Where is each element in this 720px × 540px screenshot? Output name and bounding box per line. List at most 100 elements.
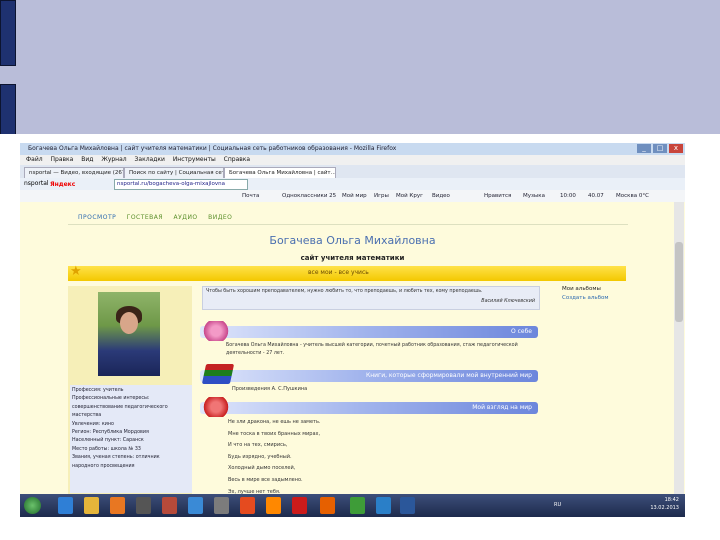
menu-edit[interactable]: Правка [51, 156, 74, 163]
banner-text: все мои - все учись [308, 269, 369, 276]
info-line: народного просвещения [72, 463, 135, 469]
poem-line: И что на тех, смирись, [228, 442, 288, 449]
create-album-link[interactable]: Создать альбом [562, 294, 609, 303]
poem-line: Будь изрядно, учебный. [228, 453, 292, 460]
opera-icon[interactable] [292, 497, 307, 514]
window-titlebar: Богачева Ольга Михайловна | сайт учителя… [20, 143, 685, 155]
tool-icon[interactable] [162, 497, 177, 514]
albums-title: Мои альбомы [562, 286, 601, 292]
media-player-icon[interactable] [110, 497, 125, 514]
close-button[interactable]: x [669, 144, 683, 153]
books-text: Произведения А. С.Пушкина [232, 386, 308, 392]
search-prefix[interactable]: nsportal [24, 178, 49, 190]
menu-file[interactable]: Файл [26, 156, 43, 163]
bow-icon [202, 397, 230, 417]
bookmark-myworld[interactable]: Мой мир [342, 190, 367, 202]
ie-icon[interactable] [58, 497, 73, 514]
menu-tools[interactable]: Инструменты [173, 156, 216, 163]
poem-line: Весь в мире все задымлено. [228, 476, 303, 483]
info-line: Звания, ученая степень: отличник [72, 455, 160, 461]
bookmark-music[interactable]: Музыка [523, 190, 545, 202]
bookmark-weather[interactable]: Москва 0°С [616, 190, 649, 202]
tool2-icon[interactable] [214, 497, 229, 514]
site-nav-view[interactable]: ПРОСМОТР [78, 214, 116, 221]
menubar: Файл Правка Вид Журнал Закладки Инструме… [20, 155, 685, 165]
photo-face [120, 312, 138, 334]
info-line: Населенный пункт: Саранск [72, 438, 144, 444]
system-tray: 18:42 13.02.2013 [650, 496, 679, 512]
profile-info: Профессия: учитель Профессиональные инте… [70, 385, 192, 493]
firefox-icon[interactable] [320, 497, 335, 514]
menu-history[interactable]: Журнал [101, 156, 126, 163]
navigation-bar: nsportal Яндекс nsportal.ru/bogacheva-ol… [20, 178, 685, 190]
scrollbar[interactable] [674, 202, 684, 502]
menu-help[interactable]: Справка [224, 156, 250, 163]
section-view-title: Мой взгляд на мир [472, 404, 532, 411]
bookmark-like[interactable]: Нравится [484, 190, 511, 202]
albums-block: Мои альбомы Создать альбом [562, 285, 609, 303]
poem-line: Холодный дымо поселей, [228, 465, 296, 472]
bookmarks-bar: Почта Одноклассники 25 Мой мир Игры Мой … [20, 190, 685, 202]
bookmark-games[interactable]: Игры [374, 190, 389, 202]
bookmark-ok[interactable]: Одноклассники 25 [282, 190, 336, 202]
menu-bookmarks[interactable]: Закладки [135, 156, 165, 163]
info-line: мастерства [72, 413, 102, 419]
site-nav-guestbook[interactable]: ГОСТЕВАЯ [127, 214, 163, 221]
section-books-title: Книги, которые сформировали мой внутренн… [365, 372, 532, 379]
site-title: Богачева Ольга Михайловна [269, 234, 436, 247]
site-nav: ПРОСМОТР ГОСТЕВАЯ АУДИО ВИДЕО [78, 214, 240, 221]
info-line: Профессия: учитель [72, 388, 124, 393]
section-books-bar: Книги, которые сформировали мой внутренн… [200, 370, 538, 382]
vlc-icon[interactable] [266, 497, 281, 514]
poem-text: Не зли дракона, не ешь не заметь. Мне то… [228, 417, 320, 498]
site-slogan: сайт учителя математики [300, 254, 405, 262]
start-button[interactable] [24, 497, 41, 514]
chrome-icon[interactable] [350, 497, 365, 514]
books-icon [201, 364, 235, 384]
about-text: Богачева Ольга Михайловна - учитель высш… [226, 343, 518, 356]
menu-view[interactable]: Вид [81, 156, 93, 163]
bookmark-mail[interactable]: Почта [242, 190, 259, 202]
site-banner: все мои - все учись [68, 266, 626, 281]
bookmark-rate[interactable]: 40.07 [588, 190, 604, 202]
tab-bar: nsportal — Видео, входящие (267) на... П… [20, 165, 685, 179]
quote-box: Чтобы быть хорошим преподавателем, нужно… [202, 286, 540, 310]
mail-icon[interactable] [188, 497, 203, 514]
maximize-button[interactable]: □ [653, 144, 667, 153]
minimize-button[interactable]: _ [637, 144, 651, 153]
url-input[interactable]: nsportal.ru/bogacheva-olga-mixajlovna [114, 179, 248, 190]
flower-icon [202, 321, 230, 341]
info-line: совершенствование педагогического [72, 404, 168, 410]
quote-author: Василий Ключевский [481, 299, 535, 304]
site-nav-audio[interactable]: АУДИО [174, 214, 198, 221]
section-view-bar: Мой взгляд на мир [200, 402, 538, 414]
slide-side-block-top [0, 0, 16, 66]
film-icon[interactable] [136, 497, 151, 514]
bookmark-time[interactable]: 10:00 [560, 190, 576, 202]
earth-icon[interactable] [376, 497, 391, 514]
quote-text: Чтобы быть хорошим преподавателем, нужно… [206, 289, 483, 294]
info-line: Профессиональные интересы: [72, 396, 150, 402]
info-line: Регион: Республика Мордовия [72, 430, 149, 436]
nav-divider [68, 224, 628, 225]
bookmark-mycircle[interactable]: Мой Круг [396, 190, 423, 202]
section-about-bar: О себе [200, 326, 538, 338]
folder-icon[interactable] [84, 497, 99, 514]
language-indicator[interactable]: RU [554, 502, 561, 508]
taskbar: RU 18:42 13.02.2013 [20, 494, 685, 517]
window-title: Богачева Ольга Михайловна | сайт учителя… [28, 145, 397, 152]
bookmark-video[interactable]: Видео [432, 190, 450, 202]
profile-photo [98, 292, 160, 376]
star-icon: ★ [70, 264, 82, 279]
site-nav-video[interactable]: ВИДЕО [208, 214, 232, 221]
section-about-title: О себе [510, 328, 532, 335]
clock-date[interactable]: 13.02.2013 [650, 504, 679, 512]
poem-line: Не зли дракона, не ешь не заметь. [228, 419, 321, 425]
calc-icon[interactable] [240, 497, 255, 514]
info-line: Увлечения: кино [72, 421, 114, 427]
clock-time[interactable]: 18:42 [650, 496, 679, 504]
info-line: Место работы: школа № 33 [72, 446, 141, 452]
word-icon[interactable] [400, 497, 415, 514]
scrollbar-thumb[interactable] [675, 242, 683, 322]
poem-line: Мне тоска в твоих бранных мирах, [228, 430, 321, 437]
